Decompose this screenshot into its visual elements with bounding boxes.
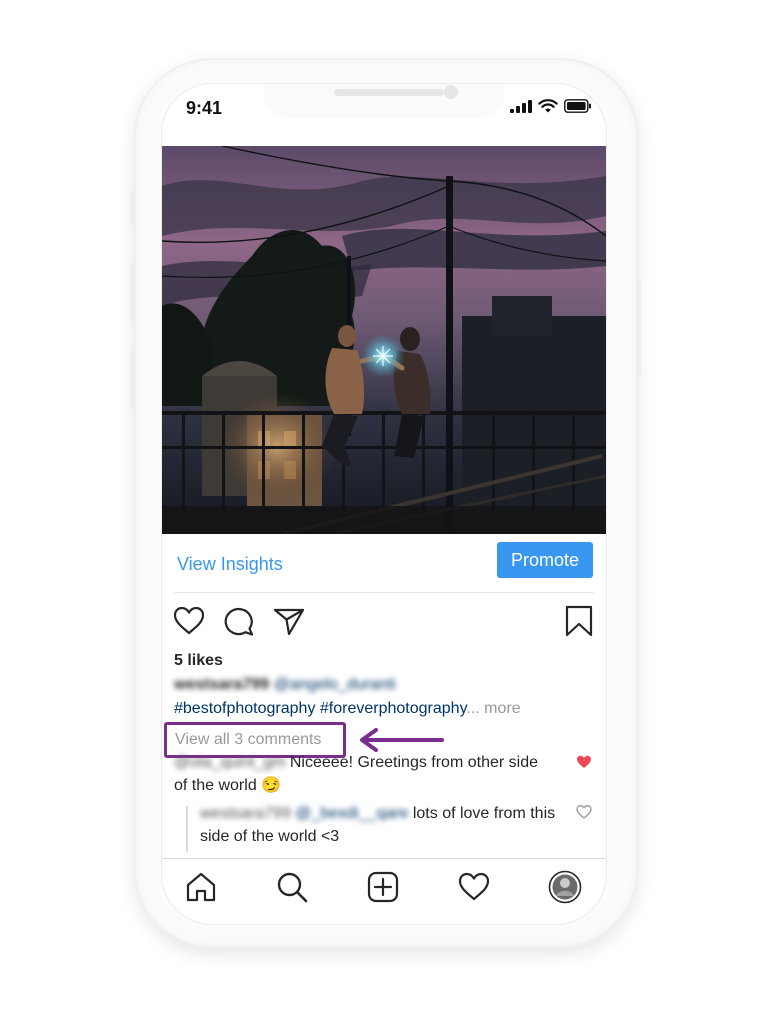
- caption-ellipsis: ...: [466, 700, 480, 717]
- add-post-icon[interactable]: [366, 870, 400, 904]
- comment-1: @ola_quinl_gm Niceeee! Greetings from ot…: [174, 751, 544, 797]
- comment-2-heart-icon[interactable]: [576, 804, 592, 820]
- activity-icon[interactable]: [457, 870, 491, 904]
- wifi-icon: [538, 99, 558, 113]
- view-all-comments-label: View all 3 comments: [175, 731, 322, 748]
- signal-icon: [510, 99, 532, 113]
- notch: [264, 84, 504, 118]
- search-icon[interactable]: [275, 870, 309, 904]
- comment-2-mention[interactable]: @_bexdi__qare: [295, 805, 408, 822]
- post-photo[interactable]: [162, 146, 606, 534]
- comment-1-username[interactable]: @ola_quinl_gm: [174, 754, 285, 771]
- speaker-grille: [334, 89, 444, 96]
- hashtag-foreverphotography[interactable]: #foreverphotography: [320, 700, 466, 717]
- power-button: [637, 278, 641, 374]
- status-icons: [510, 99, 592, 113]
- comment-2-reply: westsara799 @_bexdi__qare lots of love f…: [200, 802, 560, 848]
- post-photo-art: [162, 146, 606, 534]
- promote-button[interactable]: Promote: [497, 542, 593, 578]
- tab-bar-divider: [162, 858, 606, 859]
- caption-username[interactable]: westsara799: [174, 676, 269, 693]
- volume-up-button: [131, 262, 135, 328]
- comment-icon[interactable]: [222, 604, 256, 638]
- share-icon[interactable]: [272, 604, 306, 638]
- annotation-arrow-icon: [360, 728, 444, 752]
- front-camera: [444, 85, 458, 99]
- comment-1-liked-heart-icon[interactable]: [576, 754, 592, 770]
- home-icon[interactable]: [184, 870, 218, 904]
- caption-more-link[interactable]: more: [484, 700, 520, 717]
- phone-screen: 9:41 View Insights Promote 5 likes wests…: [162, 84, 606, 924]
- comment-2-username[interactable]: westsara799: [200, 805, 291, 822]
- heart-icon[interactable]: [172, 604, 206, 638]
- caption-hashtags-line: #bestofphotography #foreverphotography..…: [174, 700, 521, 718]
- bookmark-icon[interactable]: [562, 604, 596, 638]
- mute-switch: [131, 190, 135, 226]
- view-insights-link[interactable]: View Insights: [177, 554, 283, 575]
- caption-mention[interactable]: @angelo_duranti: [274, 676, 396, 693]
- divider: [174, 592, 594, 593]
- reply-thread-line: [186, 806, 188, 852]
- status-time: 9:41: [186, 98, 223, 118]
- volume-down-button: [131, 344, 135, 410]
- caption-author-line: westsara799 @angelo_duranti: [174, 676, 396, 694]
- profile-avatar[interactable]: [548, 870, 582, 904]
- battery-icon: [564, 99, 591, 113]
- hashtag-bestofphotography[interactable]: #bestofphotography: [174, 700, 315, 717]
- likes-count[interactable]: 5 likes: [174, 652, 223, 670]
